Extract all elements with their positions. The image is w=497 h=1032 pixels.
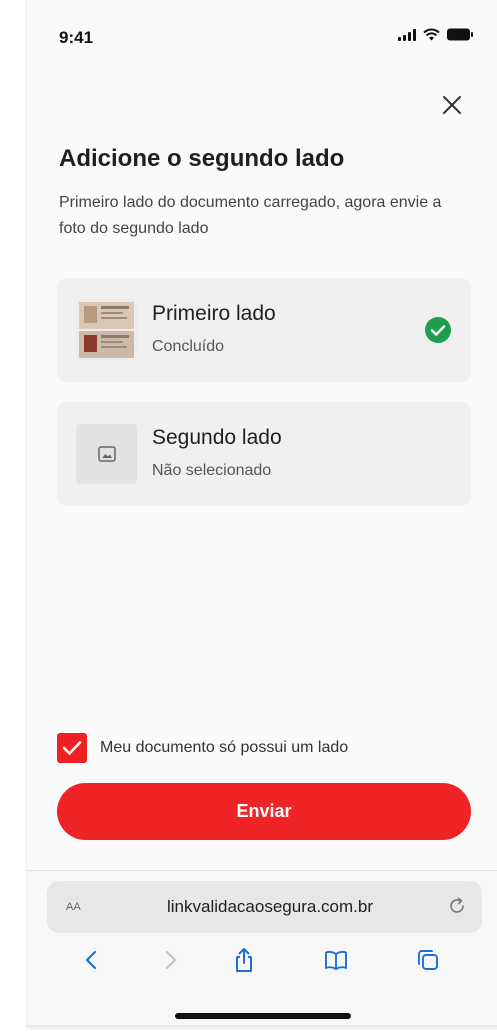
first-side-title: Primeiro lado	[152, 302, 276, 325]
url-text[interactable]: linkvalidacaosegura.com.br	[167, 897, 373, 917]
page-title: Adicione o segundo lado	[59, 145, 345, 172]
image-placeholder	[76, 424, 137, 484]
image-placeholder-icon	[97, 446, 116, 462]
forward-icon[interactable]	[157, 947, 183, 973]
share-icon[interactable]	[231, 947, 257, 973]
single-side-label: Meu documento só possui um lado	[100, 739, 349, 756]
battery-icon	[447, 28, 473, 41]
status-bar: 9:41	[27, 0, 497, 70]
text-size-label: AA	[66, 901, 81, 913]
second-side-status: Não selecionado	[152, 462, 272, 479]
bookmarks-icon[interactable]	[323, 947, 349, 973]
second-side-title: Segundo lado	[152, 426, 282, 449]
first-side-card[interactable]: Primeiro lado Concluído	[57, 278, 471, 382]
single-side-checkbox[interactable]	[57, 733, 87, 763]
second-side-card[interactable]: Segundo lado Não selecionado	[57, 402, 471, 506]
browser-toolbar: AA linkvalidacaosegura.com.br	[27, 870, 497, 1025]
text-size-button[interactable]: AA	[66, 897, 81, 915]
phone-bottom-shadow	[26, 1025, 497, 1032]
page-subtitle: Primeiro lado do documento carregado, ag…	[59, 194, 442, 237]
first-side-status: Concluído	[152, 338, 225, 355]
phone-screen: 9:41 Adicione o segundo lado Primeiro la…	[26, 0, 497, 1025]
address-bar[interactable]: AA linkvalidacaosegura.com.br	[47, 881, 482, 933]
checkbox-check-icon	[62, 741, 82, 755]
single-side-checkbox-row[interactable]: Meu documento só possui um lado	[57, 733, 348, 763]
status-icons	[398, 28, 473, 41]
cellular-signal-icon	[398, 28, 416, 41]
document-thumbnail	[76, 300, 137, 360]
close-icon[interactable]	[441, 94, 463, 116]
reload-icon[interactable]	[446, 895, 468, 917]
wifi-icon	[423, 28, 440, 41]
tabs-icon[interactable]	[415, 947, 441, 973]
home-indicator	[175, 1013, 351, 1019]
status-time: 9:41	[59, 28, 94, 47]
check-circle-icon	[425, 317, 451, 343]
back-icon[interactable]	[79, 947, 105, 973]
send-button[interactable]: Enviar	[57, 783, 471, 840]
